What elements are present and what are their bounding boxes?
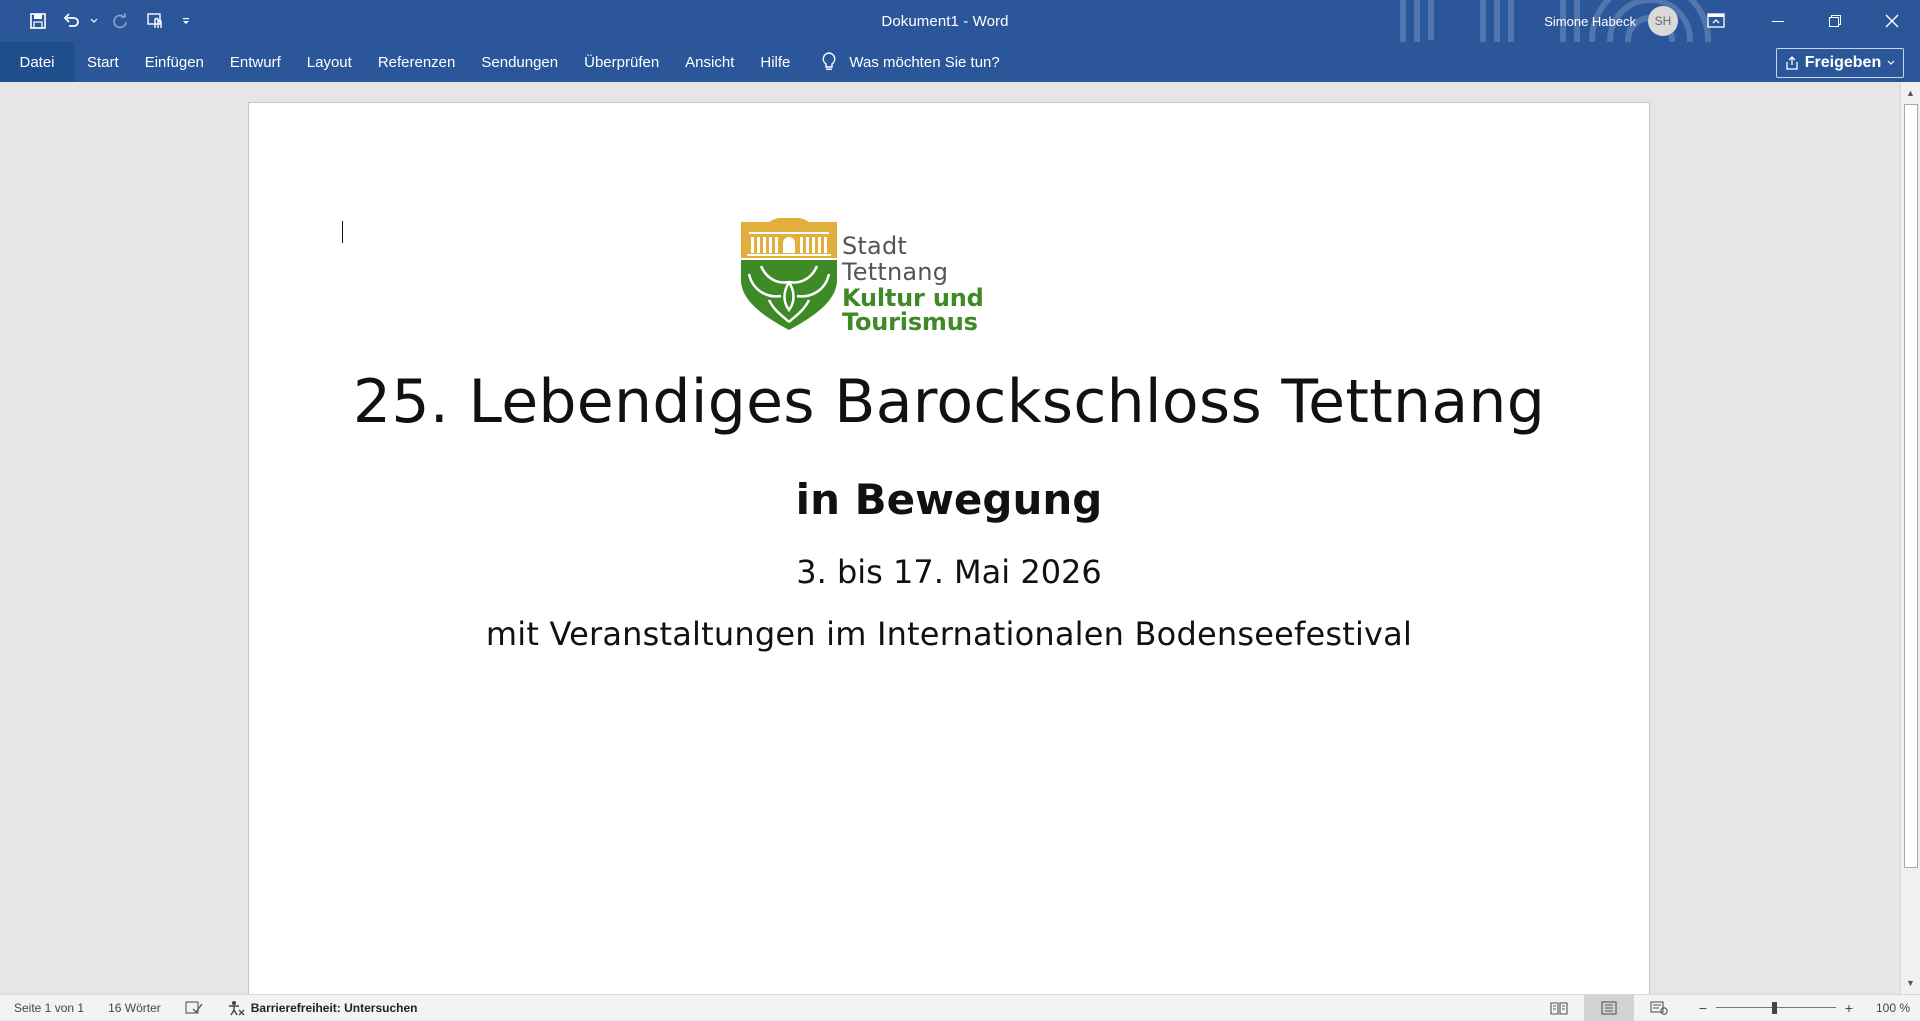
scrollbar-thumb[interactable]: [1904, 104, 1918, 868]
status-bar: Seite 1 von 1 16 Wörter Barrierefreiheit…: [0, 994, 1920, 1021]
logo-line-kultur: Kultur und Tourismus: [842, 284, 984, 336]
tab-start[interactable]: Start: [74, 42, 132, 82]
accessibility-icon: [228, 1001, 245, 1016]
logo-line-tettnang: Tettnang: [842, 258, 949, 286]
avatar[interactable]: SH: [1648, 6, 1678, 36]
zoom-out-button[interactable]: −: [1696, 1000, 1710, 1016]
tab-referenzen[interactable]: Referenzen: [365, 42, 469, 82]
web-layout-icon[interactable]: [1634, 995, 1684, 1021]
tab-sendungen[interactable]: Sendungen: [468, 42, 571, 82]
text-cursor: [342, 221, 343, 243]
tab-ueberpruefen[interactable]: Überprüfen: [571, 42, 672, 82]
tab-ansicht[interactable]: Ansicht: [672, 42, 747, 82]
window-controls: [1687, 0, 1920, 42]
tab-hilfe[interactable]: Hilfe: [747, 42, 803, 82]
user-name: Simone Habeck: [1544, 13, 1636, 29]
proofing-status[interactable]: [185, 1001, 203, 1015]
tab-layout[interactable]: Layout: [294, 42, 365, 82]
page-count[interactable]: Seite 1 von 1: [14, 1001, 84, 1015]
tab-entwurf[interactable]: Entwurf: [217, 42, 294, 82]
zoom-in-button[interactable]: +: [1842, 1000, 1856, 1016]
minimize-icon[interactable]: [1749, 0, 1806, 42]
document-canvas[interactable]: Stadt Tettnang Kultur und Tourismus 25. …: [0, 82, 1900, 994]
read-mode-icon[interactable]: [1534, 995, 1584, 1021]
account-area[interactable]: Simone Habeck SH: [1544, 0, 1678, 42]
document-subtitle[interactable]: in Bewegung: [249, 475, 1649, 524]
scroll-up-icon[interactable]: ▲: [1901, 84, 1920, 102]
vertical-scrollbar[interactable]: ▲ ▼: [1900, 82, 1920, 994]
castle-hop-emblem-icon: [741, 218, 837, 330]
logo-wordmark: Stadt Tettnang Kultur und Tourismus: [842, 234, 1109, 334]
logo-line-stadt: Stadt: [842, 232, 907, 260]
tab-datei[interactable]: Datei: [0, 42, 74, 82]
proofing-check-icon: [185, 1001, 203, 1014]
tab-label: Datei: [19, 53, 55, 71]
scroll-down-icon[interactable]: ▼: [1901, 974, 1920, 992]
document-page[interactable]: Stadt Tettnang Kultur und Tourismus 25. …: [248, 102, 1650, 994]
document-date[interactable]: 3. bis 17. Mai 2026: [249, 553, 1649, 591]
tell-me-search[interactable]: Was möchten Sie tun?: [821, 52, 1000, 72]
word-count[interactable]: 16 Wörter: [108, 1001, 161, 1015]
ribbon-tab-bar: Datei Start Einfügen Entwurf Layout Refe…: [0, 42, 1920, 82]
share-button[interactable]: Freigeben: [1776, 48, 1904, 78]
share-icon: [1786, 56, 1798, 70]
accessibility-label: Barrierefreiheit: Untersuchen: [250, 1001, 418, 1015]
share-label: Freigeben: [1804, 54, 1882, 71]
document-info-line[interactable]: mit Veranstaltungen im Internationalen B…: [249, 615, 1649, 653]
lightbulb-icon: [823, 52, 836, 70]
tell-me-label: Was möchten Sie tun?: [849, 53, 1000, 71]
zoom-control: − + 100 %: [1696, 1000, 1910, 1016]
zoom-slider-knob[interactable]: [1771, 1002, 1777, 1014]
print-layout-icon[interactable]: [1583, 995, 1634, 1021]
stadt-tettnang-logo: Stadt Tettnang Kultur und Tourismus: [739, 218, 1109, 334]
close-icon[interactable]: [1863, 0, 1920, 42]
ribbon-display-options-icon[interactable]: [1687, 0, 1744, 42]
document-title[interactable]: 25. Lebendiges Barockschloss Tettnang: [249, 367, 1649, 437]
zoom-percentage[interactable]: 100 %: [1876, 1001, 1910, 1015]
title-bar: Dokument1 - Word Simone Habeck SH: [0, 0, 1920, 42]
tab-einfuegen[interactable]: Einfügen: [132, 42, 217, 82]
chevron-down-icon: [1887, 60, 1895, 65]
accessibility-status[interactable]: Barrierefreiheit: Untersuchen: [227, 1000, 418, 1016]
restore-icon[interactable]: [1806, 0, 1863, 42]
zoom-slider[interactable]: [1715, 1002, 1836, 1014]
